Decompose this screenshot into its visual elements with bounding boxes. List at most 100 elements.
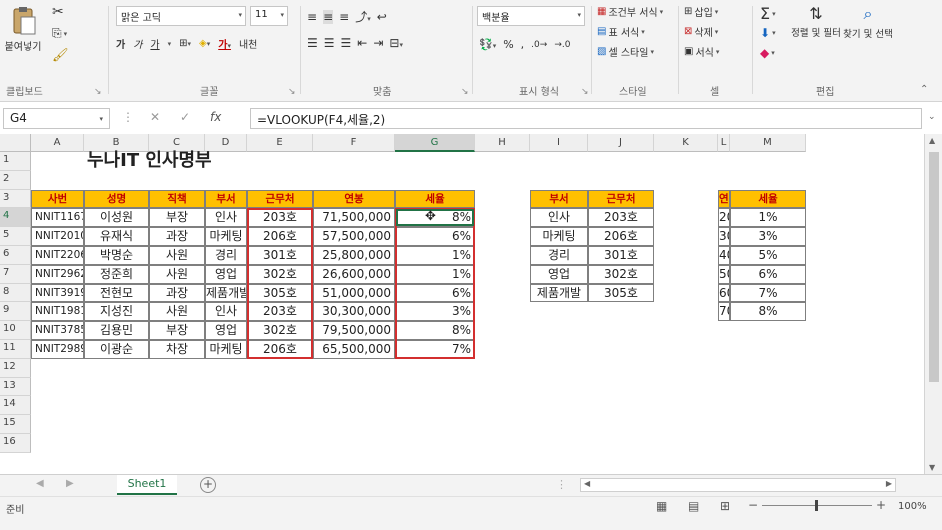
record-cell-a9[interactable]: NNIT1981 [31,302,84,322]
record-cell-e5[interactable]: 206호 [247,227,313,246]
align-middle-icon[interactable]: ≡ [323,9,334,24]
row-header-7[interactable]: 7 [0,264,31,284]
insert-button[interactable]: ⊞ 삽입 ▾ [684,4,718,19]
record-cell-b5[interactable]: 유재식 [84,227,149,246]
record-cell-d7[interactable]: 영업 [205,264,247,284]
autosum-icon[interactable]: Σ ▾ [760,4,776,23]
border-icon[interactable]: ⊞▾ [179,38,191,49]
row-header-12[interactable]: 12 [0,358,31,378]
zoom-slider-thumb[interactable] [815,500,818,511]
record-cell-b9[interactable]: 지성진 [84,302,149,322]
record-cell-e6[interactable]: 301호 [247,246,313,265]
record-cell-b6[interactable]: 박명순 [84,246,149,265]
row-header-2[interactable]: 2 [0,170,31,190]
scroll-down-icon[interactable]: ▼ [929,463,935,472]
dept-cell-j8[interactable]: 305호 [588,283,654,303]
row-header-1[interactable]: 1 [0,152,31,171]
header-g[interactable]: 세율 [395,189,475,209]
column-header-i[interactable]: I [530,134,588,152]
horizontal-scrollbar[interactable]: ◀ ▶ [580,478,896,492]
column-header-e[interactable]: E [247,134,313,152]
dept-cell-i6[interactable]: 경리 [530,246,588,265]
record-cell-f8[interactable]: 51,000,000 [313,283,395,303]
wrap-text-icon[interactable]: ↩ [377,10,387,24]
zoom-out-icon[interactable]: − [748,498,758,512]
record-cell-a11[interactable]: NNIT2989 [31,340,84,359]
number-format-combo[interactable]: 백분율 ▾ [477,6,585,26]
rate-cell-l8[interactable]: 60,000,000 [718,283,730,303]
fill-color-icon[interactable]: ◈▾ [199,38,210,49]
rate-cell-l6[interactable]: 40,000,000 [718,246,730,265]
rate-cell-m6[interactable]: 5% [730,246,806,265]
font-launcher-icon[interactable]: ↘ [288,87,296,97]
record-cell-b7[interactable]: 정준희 [84,264,149,284]
header-e[interactable]: 근무처 [247,189,313,209]
row-header-9[interactable]: 9 [0,302,31,322]
dept-cell-j7[interactable]: 302호 [588,264,654,284]
record-cell-c6[interactable]: 사원 [149,246,205,265]
zoom-in-icon[interactable]: + [876,498,886,512]
column-header-f[interactable]: F [313,134,395,152]
expand-formula-icon[interactable]: ⌄ [928,112,936,122]
record-cell-f10[interactable]: 79,500,000 [313,321,395,340]
record-cell-d4[interactable]: 인사 [205,208,247,228]
rate-cell-l9[interactable]: 70,000,000 [718,302,730,322]
rate-cell-l4[interactable]: 20,000,000 [718,208,730,228]
font-name-combo[interactable]: 맑은 고딕 ▾ [116,6,246,26]
copy-icon[interactable]: ⎘ ▾ [52,26,67,41]
page-break-view-icon[interactable]: ⊞ [720,499,730,513]
bold-button[interactable]: 가 [116,36,125,51]
row-header-15[interactable]: 15 [0,415,31,434]
rate-cell-l5[interactable]: 30,000,000 [718,227,730,246]
name-box[interactable]: G4 ▾ [3,108,110,129]
record-cell-e4[interactable]: 203호 [247,208,313,228]
column-header-a[interactable]: A [31,134,84,152]
record-cell-g11[interactable]: 7% [395,340,475,359]
rate-cell-m7[interactable]: 6% [730,264,806,284]
record-cell-c4[interactable]: 부장 [149,208,205,228]
zoom-level[interactable]: 100% [898,501,927,512]
rate-header-l[interactable]: 연봉 [718,189,730,209]
record-cell-b10[interactable]: 김용민 [84,321,149,340]
record-cell-g6[interactable]: 1% [395,246,475,265]
scroll-right-icon[interactable]: ▶ [886,479,892,488]
vertical-scrollbar[interactable]: ▲ ▼ [924,134,942,474]
record-cell-c5[interactable]: 과장 [149,227,205,246]
alignment-launcher-icon[interactable]: ↘ [461,87,469,97]
record-cell-f6[interactable]: 25,800,000 [313,246,395,265]
row-header-14[interactable]: 14 [0,396,31,416]
record-cell-e8[interactable]: 305호 [247,283,313,303]
align-top-icon[interactable]: ≡ [307,10,317,24]
merge-icon[interactable]: ⊟▾ [389,36,403,50]
number-launcher-icon[interactable]: ↘ [581,87,589,97]
font-color-icon[interactable]: 가▾ [218,36,231,51]
record-cell-e9[interactable]: 203호 [247,302,313,322]
cut-icon[interactable]: ✂ [52,4,64,20]
cell-styles-button[interactable]: ▧ 셀 스타일 ▾ [597,44,654,59]
record-cell-e11[interactable]: 206호 [247,340,313,359]
font-size-combo[interactable]: 11 ▾ [250,6,288,26]
row-header-8[interactable]: 8 [0,283,31,303]
prev-sheet-icon[interactable]: ◀ [36,478,44,489]
indent-increase-icon[interactable]: ⇥ [373,36,383,50]
dept-cell-i8[interactable]: 제품개발 [530,283,588,303]
dept-cell-j5[interactable]: 206호 [588,227,654,246]
dept-cell-i7[interactable]: 영업 [530,264,588,284]
collapse-ribbon-icon[interactable]: ⌃ [920,84,928,95]
header-f[interactable]: 연봉 [313,189,395,209]
record-cell-b4[interactable]: 이성원 [84,208,149,228]
record-cell-a5[interactable]: NNIT2010 [31,227,84,246]
record-cell-a4[interactable]: NNIT1167 [31,208,84,228]
format-button[interactable]: ▣ 서식 ▾ [684,44,719,59]
header-c[interactable]: 직책 [149,189,205,209]
tab-splitter-icon[interactable]: ⋮ [556,478,567,491]
align-left-icon[interactable]: ☰ [307,36,318,50]
header-b[interactable]: 성명 [84,189,149,209]
dept-header-i[interactable]: 부서 [530,189,588,209]
chevron-down-icon[interactable]: ▾ [168,40,172,48]
record-cell-f5[interactable]: 57,500,000 [313,227,395,246]
record-cell-g9[interactable]: 3% [395,302,475,322]
dept-cell-i5[interactable]: 마케팅 [530,227,588,246]
record-cell-a7[interactable]: NNIT2962 [31,264,84,284]
find-select-button[interactable]: ⌕ 찾기 및 선택 [842,4,894,40]
